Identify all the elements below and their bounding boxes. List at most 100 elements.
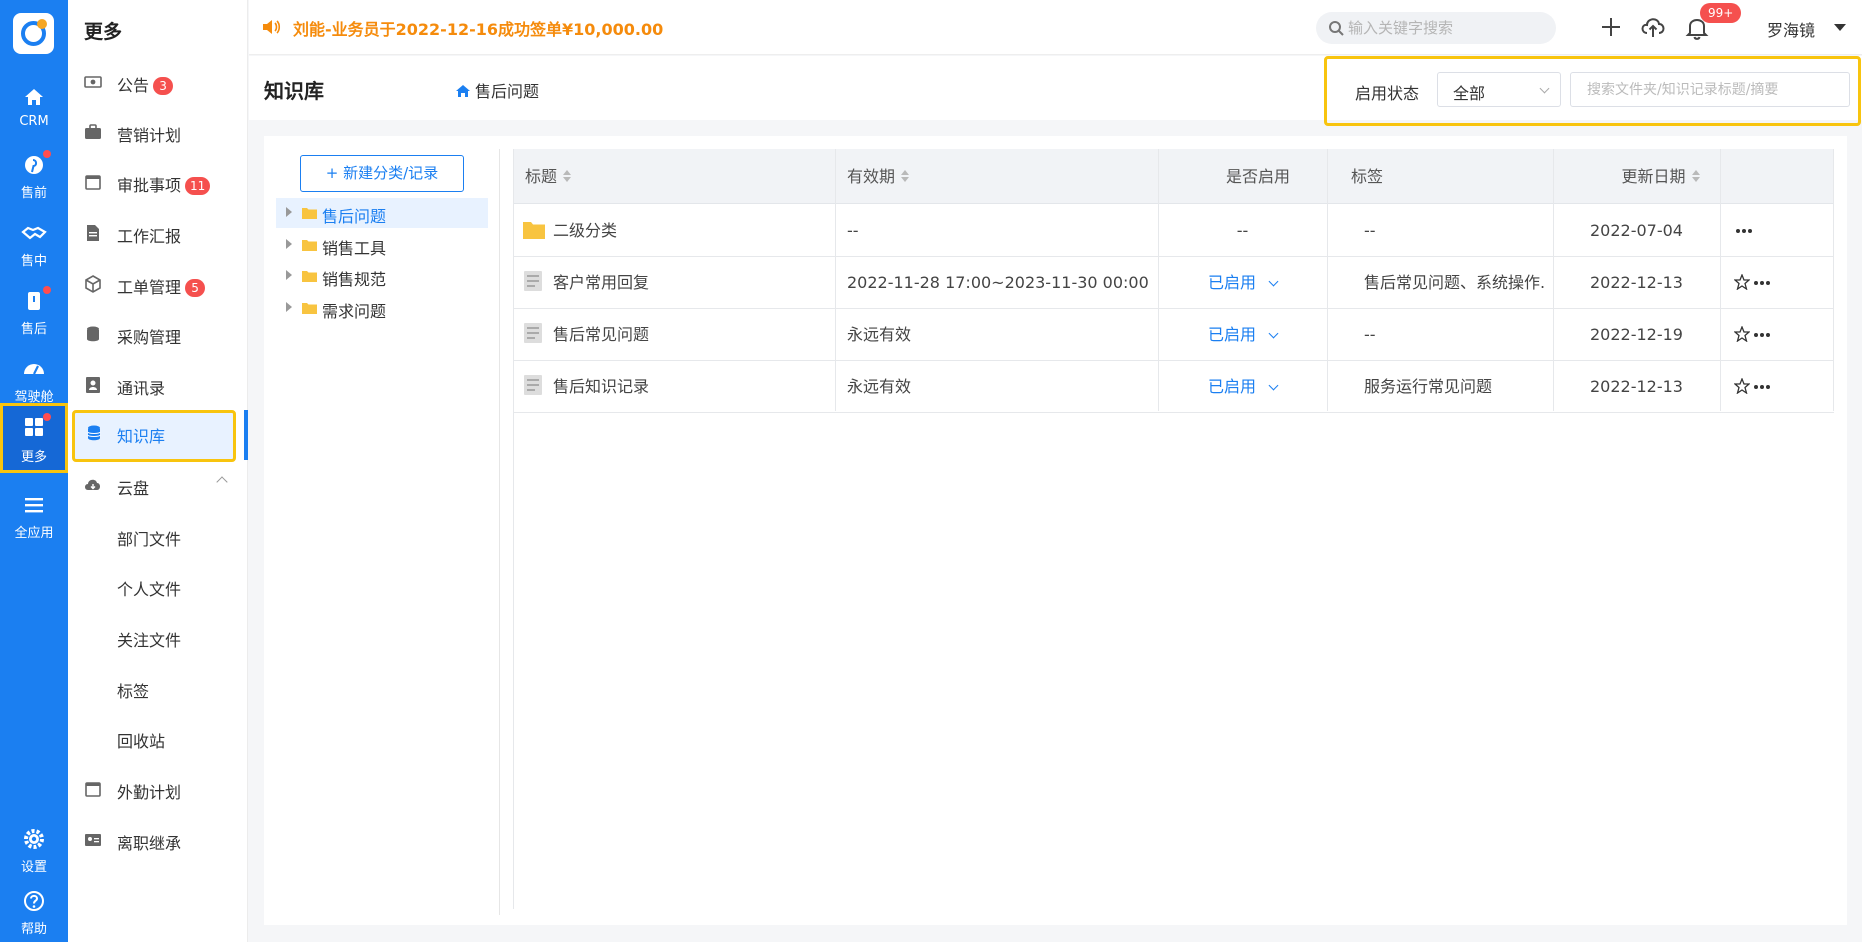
table-row[interactable]: 二级分类 -- -- -- 2022-07-04 [513, 205, 1834, 257]
rail-label: 帮助 [20, 922, 47, 937]
expand-arrow-icon[interactable] [286, 239, 292, 249]
menu-item-knowledge-base[interactable]: 知识库 [72, 410, 236, 462]
sort-icon[interactable] [563, 170, 572, 182]
tree-node-sales-tools[interactable]: 销售工具 [276, 230, 488, 260]
table-row[interactable]: 售后知识记录 永远有效 已启用 服务运行常见问题 2022-12-13 [513, 361, 1834, 413]
rail-item-presale[interactable]: 售前 [0, 144, 68, 208]
notice-text[interactable]: 刘能-业务员于2022-12-16成功签单¥10,000.00 [293, 16, 663, 40]
menu-item-contacts[interactable]: 通讯录 [68, 362, 248, 410]
notification-badge: 99+ [1700, 3, 1742, 23]
app-rail: CRM 售前 售中 售后 驾驶舱 更多 全应用 设置 帮助 [0, 0, 68, 942]
tree-node-sales-rules[interactable]: 销售规范 [276, 261, 488, 291]
row-enabled-dropdown[interactable]: 已启用 [1158, 309, 1327, 361]
caret-down-icon[interactable] [1834, 24, 1846, 31]
calendar-icon [85, 782, 101, 797]
row-title[interactable]: 二级分类 [553, 205, 617, 257]
menu-item-approvals[interactable]: 审批事项 11 [68, 159, 248, 207]
more-icon[interactable] [1754, 281, 1770, 285]
menu-item-followed-files[interactable]: 关注文件 [68, 614, 248, 662]
column-header-validity[interactable]: 有效期 [847, 149, 910, 204]
menu-item-label: 工作汇报 [117, 227, 182, 246]
row-updated: 2022-07-04 [1590, 221, 1683, 240]
more-icon[interactable] [1754, 385, 1770, 389]
menu-item-marketing-plan[interactable]: 营销计划 [68, 109, 248, 157]
menu-item-label: 营销计划 [117, 126, 182, 145]
tree-node-requirements[interactable]: 需求问题 [276, 293, 488, 323]
menu-item-label: 通讯录 [117, 379, 166, 398]
divider [499, 149, 500, 915]
breadcrumb-item[interactable]: 售后问题 [475, 82, 539, 101]
menu-item-label: 标签 [117, 682, 150, 701]
menu-item-label: 采购管理 [117, 328, 182, 347]
menu-item-cloud-drive[interactable]: 云盘 [68, 462, 248, 510]
rail-label: CRM [19, 114, 49, 129]
money-icon [84, 76, 102, 88]
menu-item-resignation-handover[interactable]: 离职继承 [68, 817, 248, 865]
more-icon[interactable] [1754, 333, 1770, 337]
row-title[interactable]: 售后常见问题 [553, 309, 649, 361]
expand-arrow-icon[interactable] [286, 207, 292, 217]
breadcrumb[interactable]: 售后问题 [455, 78, 539, 102]
rail-item-more[interactable]: 更多 [0, 403, 68, 473]
chevron-down-icon [1268, 328, 1279, 339]
rail-item-help[interactable]: 帮助 [0, 880, 68, 942]
row-tags: -- [1364, 325, 1376, 344]
page-header: 知识库 售后问题 启用状态 全部 [249, 56, 1862, 126]
menu-item-purchasing[interactable]: 采购管理 [68, 311, 248, 359]
rail-item-all-apps[interactable]: 全应用 [0, 484, 68, 548]
cloud-upload-icon[interactable] [1639, 13, 1667, 41]
row-title[interactable]: 售后知识记录 [553, 361, 649, 413]
chevron-down-icon [1268, 276, 1279, 287]
status-filter-select[interactable]: 全部 [1437, 72, 1561, 107]
menu-item-dept-files[interactable]: 部门文件 [68, 513, 248, 561]
menu-item-tags[interactable]: 标签 [68, 665, 248, 713]
more-icon[interactable] [1736, 229, 1752, 233]
column-header-tags: 标签 [1351, 167, 1384, 186]
app-logo[interactable] [13, 13, 54, 54]
menu-item-ticket-management[interactable]: 工单管理 5 [68, 261, 248, 309]
rail-item-settings[interactable]: 设置 [0, 818, 68, 882]
rail-label: 全应用 [14, 526, 54, 541]
row-enabled-dropdown[interactable]: 已启用 [1158, 361, 1327, 413]
column-header-updated[interactable]: 更新日期 [1577, 149, 1744, 204]
menu-item-label: 回收站 [117, 732, 166, 751]
star-icon[interactable] [1734, 378, 1750, 394]
rail-item-aftersale[interactable]: 售后 [0, 280, 68, 344]
column-header-title[interactable]: 标题 [525, 149, 572, 204]
expand-arrow-icon[interactable] [286, 302, 292, 312]
sort-icon[interactable] [1691, 170, 1700, 182]
user-name[interactable]: 罗海镜 [1767, 17, 1815, 41]
menu-item-field-plan[interactable]: 外勤计划 [68, 766, 248, 814]
menu-item-work-report[interactable]: 工作汇报 [68, 210, 248, 258]
chevron-up-icon[interactable] [216, 476, 228, 488]
row-updated: 2022-12-19 [1590, 325, 1683, 344]
category-tree: + 新建分类/记录 售后问题 销售工具 销售规范 需求问题 [264, 136, 500, 925]
table-header: 标题 有效期 是否启用 标签 更新日期 [513, 149, 1834, 204]
table-row[interactable]: 客户常用回复 2022-11-28 17:00~2023-11-30 00:00… [513, 257, 1834, 309]
menu-item-announcements[interactable]: 公告 3 [68, 59, 248, 107]
global-search[interactable] [1316, 12, 1556, 44]
database-icon [87, 326, 99, 342]
count-badge: 3 [153, 77, 174, 95]
plus-icon[interactable] [1597, 13, 1625, 41]
tree-node-aftersale[interactable]: 售后问题 [276, 198, 488, 228]
search-input[interactable] [1348, 12, 1548, 44]
menu-item-recycle-bin[interactable]: 回收站 [68, 715, 248, 763]
expand-arrow-icon[interactable] [286, 270, 292, 280]
star-icon[interactable] [1734, 274, 1750, 290]
row-validity: 永远有效 [847, 325, 912, 344]
row-enabled-dropdown[interactable]: 已启用 [1158, 257, 1327, 309]
row-tags: 售后常见问题、系统操作... [1364, 273, 1546, 292]
knowledge-search-input[interactable] [1570, 72, 1850, 107]
table-row[interactable]: 售后常见问题 永远有效 已启用 -- 2022-12-19 [513, 309, 1834, 361]
rail-item-crm[interactable]: CRM [0, 76, 68, 140]
handshake-icon [21, 226, 47, 240]
sort-icon[interactable] [901, 170, 910, 182]
row-updated: 2022-12-13 [1590, 273, 1683, 292]
row-title[interactable]: 客户常用回复 [553, 257, 649, 309]
rail-item-insale[interactable]: 售中 [0, 212, 68, 276]
rail-notify-dot [43, 150, 51, 158]
menu-item-personal-files[interactable]: 个人文件 [68, 563, 248, 611]
star-icon[interactable] [1734, 326, 1750, 342]
new-category-button[interactable]: + 新建分类/记录 [300, 155, 464, 192]
